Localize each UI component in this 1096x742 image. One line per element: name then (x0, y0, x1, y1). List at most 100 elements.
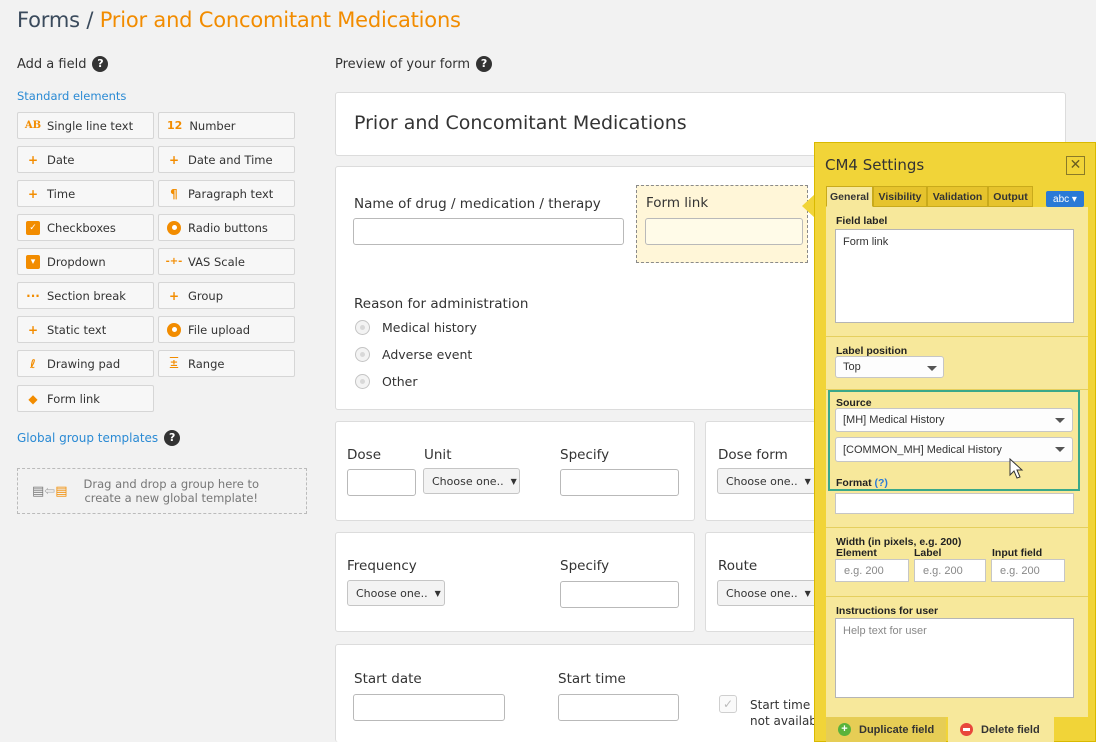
element-form-link[interactable]: ◆ Form link (17, 385, 154, 412)
element-file-upload[interactable]: File upload (158, 316, 295, 343)
specify-label: Specify (560, 558, 610, 574)
drop-hint: Drag and drop a group here to create a ne… (84, 477, 260, 505)
delete-field-button[interactable]: Delete field (948, 717, 1054, 742)
element-vas-scale[interactable]: -+- VAS Scale (158, 248, 295, 275)
radio-adverse-event[interactable] (355, 347, 370, 362)
pen-icon: ℓ (30, 356, 36, 371)
global-templates-heading: Global group templates? (17, 430, 181, 446)
element-paragraph-text[interactable]: ¶ Paragraph text (158, 180, 295, 207)
language-selector[interactable]: abc ▾ (1046, 191, 1084, 207)
select-value: Choose one.. (432, 474, 504, 488)
form-link-input[interactable] (645, 218, 803, 245)
section-break-icon: ··· (26, 288, 40, 303)
vas-scale-icon: -+- (165, 256, 183, 267)
element-date-and-time[interactable]: + Date and Time (158, 146, 295, 173)
dose-input[interactable] (347, 469, 416, 496)
dropdown-icon: ▾ (26, 254, 40, 269)
breadcrumb-forms[interactable]: Forms / (17, 8, 93, 32)
help-icon[interactable]: ? (164, 430, 181, 446)
radio-label: Adverse event (382, 347, 473, 362)
global-template-drop-zone[interactable]: ▤⇦▤ Drag and drop a group here to create … (17, 468, 307, 514)
element-label: Static text (47, 322, 107, 337)
section-divider (826, 596, 1088, 597)
element-label: Dropdown (47, 254, 106, 269)
chevron-down-icon (1055, 447, 1065, 452)
element-label: Form link (47, 391, 100, 406)
element-label: Time (47, 186, 76, 201)
select-value: Choose one.. (726, 586, 798, 600)
element-label: Drawing pad (47, 356, 121, 371)
close-icon[interactable]: ✕ (1066, 156, 1085, 175)
standard-elements-link[interactable]: Standard elements (17, 89, 126, 103)
format-title: Format (?) (836, 477, 888, 489)
radio-medical-history[interactable] (355, 320, 370, 335)
radio-other[interactable] (355, 374, 370, 389)
width-label-label: Label (914, 547, 942, 559)
select-value: Choose one.. (726, 474, 798, 488)
start-time-na-label: Start time not availab (750, 697, 817, 729)
frequency-select[interactable]: Choose one.. ▼ (347, 580, 445, 606)
form-title: Prior and Concomitant Medications (99, 8, 461, 32)
element-static-text[interactable]: + Static text (17, 316, 154, 343)
width-field-input[interactable]: e.g. 200 (991, 559, 1065, 582)
section-divider (826, 336, 1088, 337)
instructions-title: Instructions for user (836, 605, 939, 617)
reason-label: Reason for administration (354, 296, 529, 312)
radio-icon (167, 220, 181, 235)
unit-select[interactable]: Choose one.. ▼ (423, 468, 520, 494)
format-input[interactable] (835, 493, 1074, 514)
element-label: Single line text (47, 118, 134, 133)
element-number[interactable]: 12 Number (158, 112, 295, 139)
element-label: Checkboxes (47, 220, 116, 235)
tab-output[interactable]: Output (988, 186, 1033, 207)
element-group[interactable]: + Group (158, 282, 295, 309)
dose-form-select[interactable]: Choose one.. ▼ (717, 468, 817, 494)
source-select-1[interactable]: [MH] Medical History (835, 408, 1073, 432)
field-label-textarea[interactable]: Form link (835, 229, 1074, 323)
specify-input[interactable] (560, 469, 679, 496)
start-date-input[interactable] (353, 694, 505, 721)
select-value: Top (843, 361, 861, 373)
width-input-label: Input field (992, 547, 1043, 559)
element-range[interactable]: ± Range (158, 350, 295, 377)
start-time-input[interactable] (558, 694, 679, 721)
specify-input[interactable] (560, 581, 679, 608)
tab-validation[interactable]: Validation (927, 186, 988, 207)
group-template-icon: ▤⇦▤ (32, 483, 68, 499)
element-section-break[interactable]: ··· Section break (17, 282, 154, 309)
element-radio-buttons[interactable]: Radio buttons (158, 214, 295, 241)
help-icon[interactable]: ? (476, 56, 493, 72)
chevron-down-icon: ▼ (510, 476, 517, 486)
add-field-heading: Add a field? (17, 56, 109, 72)
instructions-textarea[interactable]: Help text for user (835, 618, 1074, 698)
tab-visibility[interactable]: Visibility (873, 186, 927, 207)
tab-general[interactable]: General (826, 186, 873, 207)
route-select[interactable]: Choose one.. ▼ (717, 580, 817, 606)
element-drawing-pad[interactable]: ℓ Drawing pad (17, 350, 154, 377)
width-label-input[interactable]: e.g. 200 (914, 559, 986, 582)
na-line: not availab (750, 714, 817, 728)
settings-title: CM4 Settings (825, 156, 925, 174)
format-label: Format (836, 477, 872, 489)
width-element-input[interactable]: e.g. 200 (835, 559, 909, 582)
minus-circle-icon (960, 723, 973, 736)
source-select-2[interactable]: [COMMON_MH] Medical History (835, 437, 1073, 462)
drug-input[interactable] (353, 218, 624, 245)
help-icon[interactable]: ? (92, 56, 109, 72)
add-field-label: Add a field (17, 56, 87, 72)
form-preview-title: Prior and Concomitant Medications (354, 112, 687, 134)
format-help-link[interactable]: (?) (875, 477, 888, 489)
plus-icon: + (168, 288, 180, 303)
element-time[interactable]: + Time (17, 180, 154, 207)
form-link-label: Form link (646, 195, 709, 211)
element-label: Paragraph text (188, 186, 274, 201)
element-dropdown[interactable]: ▾ Dropdown (17, 248, 154, 275)
duplicate-field-button[interactable]: + Duplicate field (826, 717, 946, 742)
element-label: VAS Scale (188, 254, 245, 269)
start-time-na-checkbox[interactable]: ✓ (719, 695, 737, 713)
element-date[interactable]: + Date (17, 146, 154, 173)
checkbox-icon: ✓ (26, 220, 40, 235)
global-templates-link[interactable]: Global group templates (17, 431, 158, 445)
element-checkboxes[interactable]: ✓ Checkboxes (17, 214, 154, 241)
element-single-line-text[interactable]: AB Single line text (17, 112, 154, 139)
